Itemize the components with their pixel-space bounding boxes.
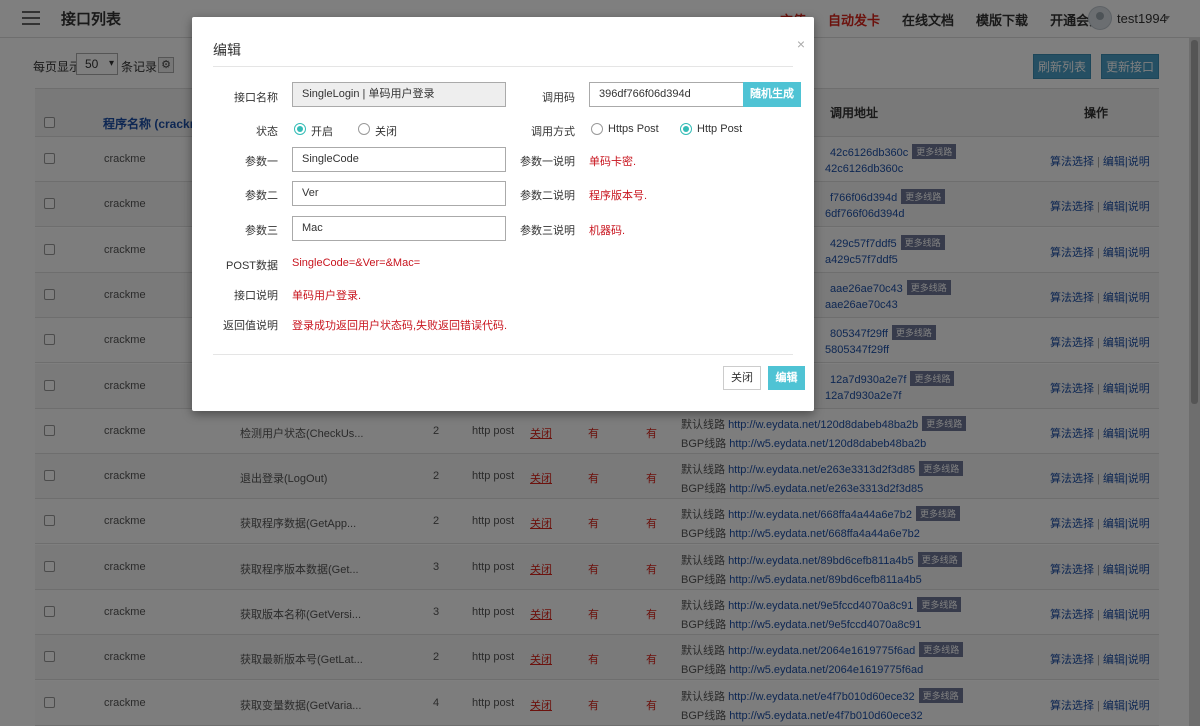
- method-label: 调用方式: [531, 126, 575, 138]
- param3-field[interactable]: Mac: [292, 216, 506, 241]
- edit-button[interactable]: 编辑: [768, 366, 805, 390]
- return-desc-value: 登录成功返回用户状态码,失败返回错误代码.: [292, 320, 508, 332]
- api-name-label: 接口名称: [234, 92, 278, 104]
- close-icon[interactable]: ×: [797, 36, 805, 52]
- param2-label: 参数二: [245, 190, 278, 202]
- call-code-field[interactable]: 396df766f06d394d: [589, 82, 745, 107]
- param1-label: 参数一: [245, 156, 278, 168]
- param3-desc-label: 参数三说明: [520, 225, 575, 237]
- param2-desc: 程序版本号.: [589, 190, 648, 202]
- api-desc-value: 单码用户登录.: [292, 290, 362, 302]
- method-http-radio[interactable]: [680, 123, 692, 135]
- param1-desc: 单码卡密.: [589, 156, 637, 168]
- param3-desc: 机器码.: [589, 225, 626, 237]
- api-name-field: SingleLogin | 单码用户登录: [292, 82, 506, 107]
- method-http-label[interactable]: Http Post: [697, 123, 742, 135]
- post-data-value: SingleCode=&Ver=&Mac=: [292, 257, 421, 269]
- status-label: 状态: [256, 126, 278, 138]
- status-on-radio[interactable]: [294, 123, 306, 135]
- param2-field[interactable]: Ver: [292, 181, 506, 206]
- api-desc-label: 接口说明: [234, 290, 278, 302]
- param1-desc-label: 参数一说明: [520, 156, 575, 168]
- method-https-radio[interactable]: [591, 123, 603, 135]
- post-data-label: POST数据: [226, 260, 278, 272]
- call-code-label: 调用码: [542, 92, 575, 104]
- status-on-label[interactable]: 开启: [311, 123, 333, 139]
- status-off-radio[interactable]: [358, 123, 370, 135]
- method-https-label[interactable]: Https Post: [608, 123, 659, 135]
- close-button[interactable]: 关闭: [723, 366, 761, 390]
- dialog-title: 编辑: [213, 42, 241, 58]
- divider: [213, 66, 793, 67]
- param3-label: 参数三: [245, 225, 278, 237]
- param1-field[interactable]: SingleCode: [292, 147, 506, 172]
- status-off-label[interactable]: 关闭: [375, 123, 397, 139]
- return-desc-label: 返回值说明: [223, 320, 278, 332]
- edit-dialog: 编辑 × 接口名称 SingleLogin | 单码用户登录 调用码 396df…: [192, 17, 814, 411]
- param2-desc-label: 参数二说明: [520, 190, 575, 202]
- divider: [213, 354, 793, 355]
- random-generate-button[interactable]: 随机生成: [743, 82, 801, 107]
